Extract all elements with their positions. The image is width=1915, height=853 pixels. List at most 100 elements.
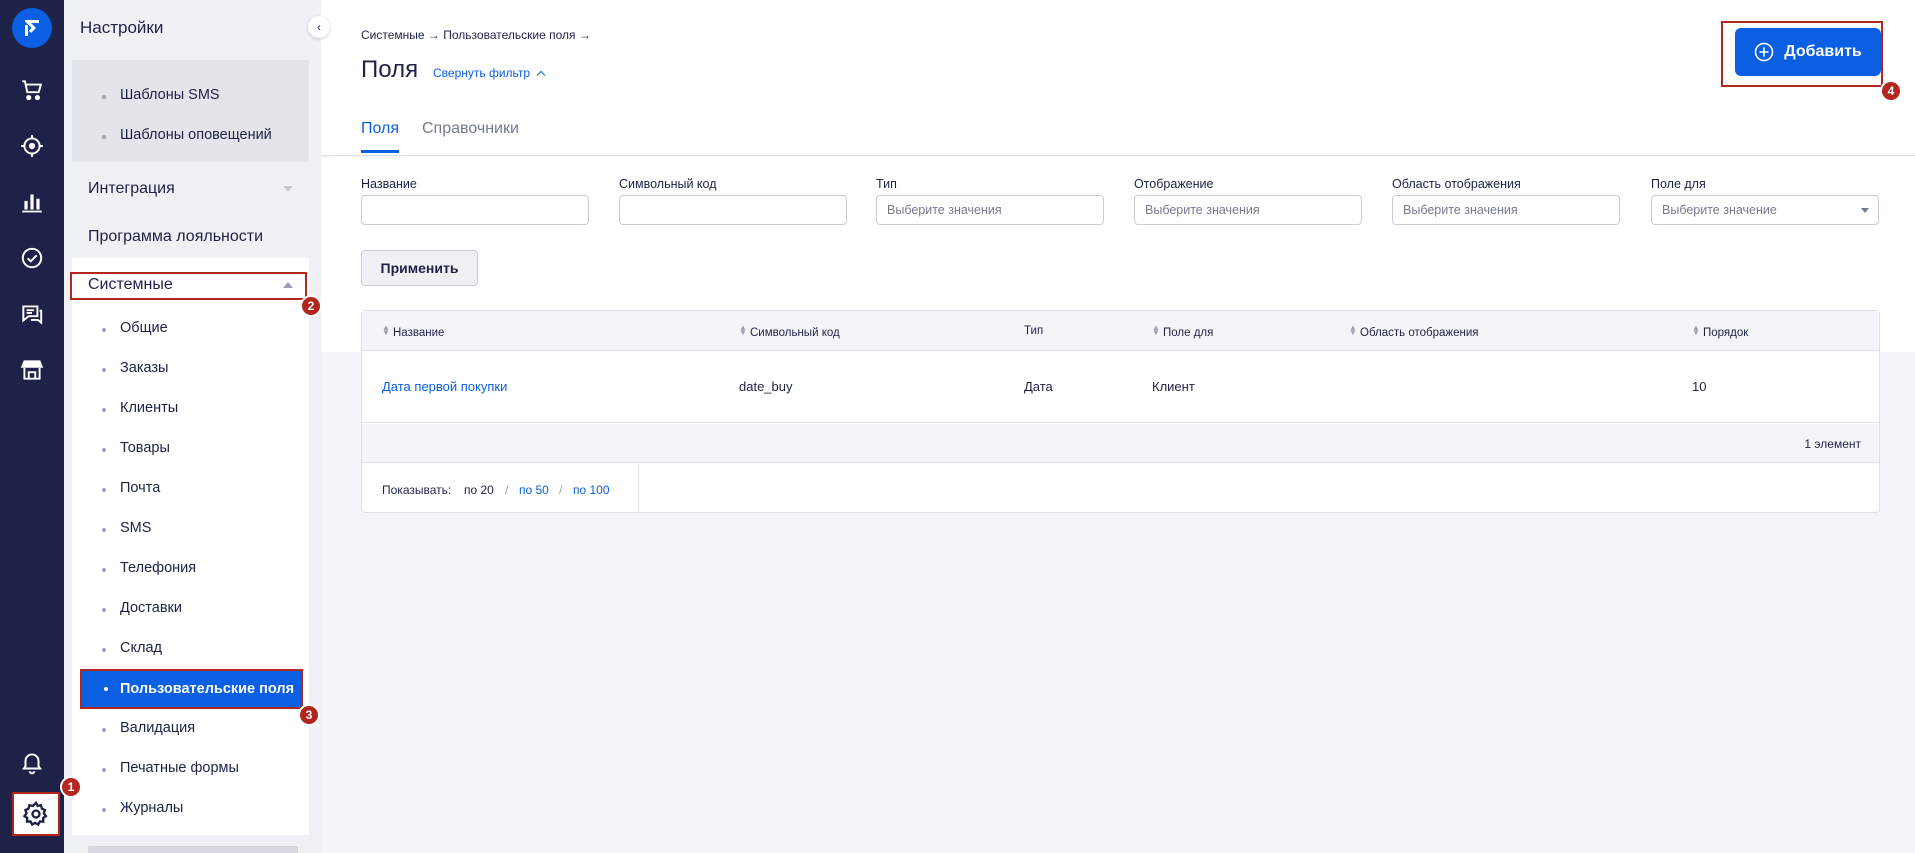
target-icon[interactable]	[12, 126, 52, 166]
step-badge-4: 4	[1880, 80, 1902, 102]
column-header-label: Название	[393, 327, 445, 339]
page-size-100[interactable]: по 100	[573, 483, 610, 497]
step-badge-3: 3	[298, 704, 320, 726]
sidebar-item-telephony[interactable]: Телефония	[101, 560, 196, 576]
sidebar-item-delivery[interactable]: Доставки	[102, 600, 182, 616]
cart-icon[interactable]	[12, 70, 52, 110]
chevron-up-icon	[536, 70, 546, 80]
step-badge-1: 1	[60, 776, 82, 798]
sidebar-item-general[interactable]: Общие	[102, 320, 168, 336]
gear-icon[interactable]	[12, 792, 60, 836]
sidebar-item-validation[interactable]: Валидация	[101, 720, 195, 736]
main-content: Системные → Пользовательские поля → Поля…	[321, 0, 1915, 853]
collapse-filter-label: Свернуть фильтр	[433, 66, 531, 80]
column-header-code[interactable]: ▲ ▼ Символьный код	[739, 323, 840, 340]
filter-entity-label: Поле для	[1651, 177, 1706, 191]
cell-code: date_buy	[739, 379, 793, 394]
templates-subgroup: Шаблоны SMS Шаблоны оповещений	[72, 60, 309, 162]
column-header-area[interactable]: ▲ ▼ Область отображения	[1349, 323, 1479, 340]
cell-type: Дата	[1024, 379, 1053, 394]
sidebar-item-custom-fields[interactable]: Пользовательские поля	[80, 669, 303, 709]
filter-type-label: Тип	[876, 177, 897, 191]
step-badge-2: 2	[300, 295, 322, 317]
page-header: Системные → Пользовательские поля → Поля…	[321, 0, 1915, 156]
column-header-label: Порядок	[1703, 327, 1749, 339]
collapse-filter-link[interactable]: Свернуть фильтр	[433, 66, 546, 80]
filter-code-input[interactable]	[619, 195, 847, 225]
store-icon[interactable]	[12, 350, 52, 390]
sidebar-item-notification-templates[interactable]: Шаблоны оповещений	[102, 127, 272, 143]
page-title: Поля	[361, 56, 419, 83]
cell-entity: Клиент	[1152, 379, 1195, 394]
table-row[interactable]: Дата первой покупки date_buy Дата Клиент…	[362, 351, 1879, 423]
filter-area-select[interactable]	[1392, 195, 1620, 225]
sidebar-group-system[interactable]: Системные	[88, 276, 173, 294]
filter-area-label: Область отображения	[1392, 177, 1521, 191]
sidebar-scroll-edge	[88, 846, 298, 853]
column-header-name[interactable]: ▲ ▼ Название	[382, 323, 445, 340]
cell-name-link[interactable]: Дата первой покупки	[382, 379, 507, 394]
column-header-order[interactable]: ▲ ▼ Порядок	[1692, 323, 1749, 340]
cell-order: 10	[1692, 379, 1707, 394]
bell-icon[interactable]	[12, 742, 52, 782]
page-size-separator: /	[505, 483, 509, 497]
chevron-down-icon	[1861, 208, 1869, 213]
filter-type-select[interactable]	[876, 195, 1104, 225]
pagination: Показывать: по 20 / по 50 / по 100	[362, 464, 1879, 512]
chevron-down-icon	[283, 186, 293, 192]
sidebar-collapse-button[interactable]: ‹	[308, 16, 330, 38]
analytics-icon[interactable]	[12, 182, 52, 222]
page-size-separator: /	[559, 483, 563, 497]
filter-name-input[interactable]	[361, 195, 589, 225]
element-count: 1 элемент	[1804, 437, 1861, 451]
sidebar-item-sms[interactable]: SMS	[101, 520, 151, 536]
add-button[interactable]: Добавить	[1735, 28, 1881, 76]
sort-icon: ▲ ▼	[739, 323, 747, 337]
plus-circle-icon	[1754, 42, 1774, 62]
page-size-50[interactable]: по 50	[519, 483, 549, 497]
page-size-20: по 20	[464, 483, 494, 497]
settings-sidebar: Настройки Шаблоны SMS Шаблоны оповещений…	[64, 0, 321, 853]
column-header-label: Символьный код	[750, 327, 840, 339]
sidebar-item-logs[interactable]: Журналы	[101, 800, 183, 816]
sidebar-title: Настройки	[80, 18, 164, 37]
sort-icon: ▲ ▼	[1692, 323, 1700, 337]
table-count-bar: 1 элемент	[362, 424, 1879, 463]
filter-display-select[interactable]	[1134, 195, 1362, 225]
tab-fields[interactable]: Поля	[361, 120, 400, 153]
add-button-label: Добавить	[1784, 43, 1862, 60]
table-header: ▲ ▼ Название ▲ ▼ Символьный код Тип ▲ ▼ Поле д…	[362, 311, 1879, 351]
tasks-icon[interactable]	[12, 238, 52, 278]
sort-icon: ▲ ▼	[1349, 323, 1357, 337]
tab-dictionaries[interactable]: Справочники	[422, 120, 519, 138]
column-header-entity[interactable]: ▲ ▼ Поле для	[1152, 323, 1214, 340]
sidebar-group-integration[interactable]: Интеграция	[88, 180, 175, 198]
column-header-label: Поле для	[1163, 327, 1214, 339]
chevron-up-icon	[283, 282, 293, 288]
sort-icon: ▲ ▼	[1152, 323, 1160, 337]
sidebar-item-sms-templates[interactable]: Шаблоны SMS	[102, 87, 220, 103]
sidebar-item-products[interactable]: Товары	[102, 440, 170, 456]
sort-icon: ▲ ▼	[382, 323, 390, 337]
sidebar-item-customers[interactable]: Клиенты	[101, 400, 178, 416]
column-header-type: Тип	[1024, 325, 1044, 337]
sidebar-item-print-forms[interactable]: Печатные формы	[102, 760, 239, 776]
page-size-label: Показывать:	[382, 483, 452, 497]
filter-code-label: Символьный код	[619, 177, 717, 191]
sidebar-group-loyalty[interactable]: Программа лояльности	[88, 228, 263, 246]
filter-entity-select[interactable]	[1651, 195, 1879, 225]
sidebar-item-orders[interactable]: Заказы	[101, 360, 168, 376]
main-nav-rail	[0, 0, 64, 853]
retailcrm-logo-icon[interactable]	[12, 8, 52, 48]
sidebar-item-warehouse[interactable]: Склад	[102, 640, 162, 656]
system-group-panel: Общие Заказы Клиенты Товары Почта SMS Те…	[72, 258, 309, 835]
breadcrumb[interactable]: Системные → Пользовательские поля →	[361, 28, 591, 42]
column-header-label: Область отображения	[1360, 327, 1479, 339]
sidebar-item-mail[interactable]: Почта	[101, 480, 160, 496]
filter-display-label: Отображение	[1134, 177, 1214, 191]
chat-icon[interactable]	[12, 294, 52, 334]
page-size-selector: Показывать: по 20 / по 50 / по 100	[362, 464, 639, 512]
fields-table: ▲ ▼ Название ▲ ▼ Символьный код Тип ▲ ▼ Поле д…	[361, 310, 1880, 513]
apply-filter-button[interactable]: Применить	[361, 250, 478, 286]
filter-name-label: Название	[361, 177, 417, 191]
